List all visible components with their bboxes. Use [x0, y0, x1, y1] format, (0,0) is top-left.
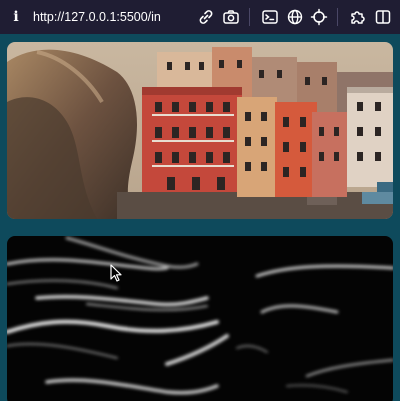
address-bar-url[interactable]: http://127.0.0.1:5500/in: [33, 10, 183, 24]
link-icon[interactable]: [193, 4, 219, 30]
coastal-village-photo: [7, 42, 393, 219]
camera-icon[interactable]: [218, 4, 244, 30]
globe-icon[interactable]: [282, 4, 308, 30]
crosshair-icon[interactable]: [306, 4, 332, 30]
toolbar-divider: [249, 8, 250, 26]
info-icon[interactable]: i: [5, 0, 27, 34]
terminal-icon[interactable]: [257, 4, 283, 30]
browser-toolbar: i http://127.0.0.1:5500/in: [0, 0, 400, 34]
mouse-cursor-icon: [110, 264, 122, 282]
abstract-light-waves-animation: [7, 236, 393, 401]
toolbar-divider: [337, 8, 338, 26]
sidebar-icon[interactable]: [370, 4, 396, 30]
extensions-icon[interactable]: [345, 4, 371, 30]
